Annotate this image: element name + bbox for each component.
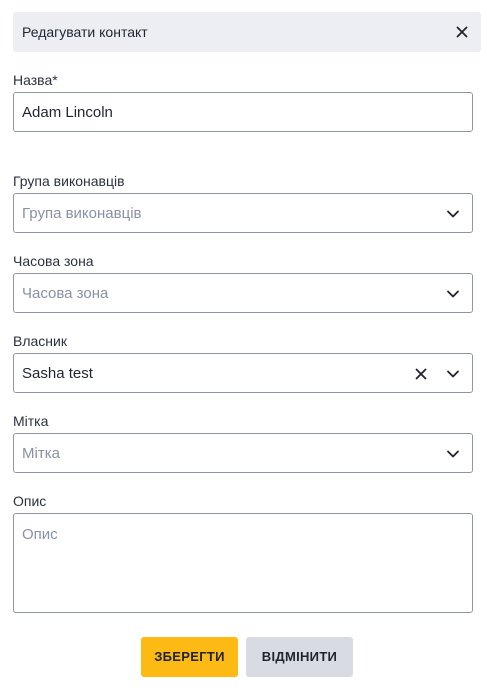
dialog-header: Редагувати контакт (13, 12, 481, 52)
tag-label: Мітка (13, 413, 49, 429)
timezone-select[interactable]: Часова зона (13, 273, 473, 313)
tag-placeholder: Мітка (22, 445, 60, 462)
owner-select[interactable]: Sasha test (13, 353, 473, 393)
name-input[interactable]: Adam Lincoln (13, 92, 473, 132)
description-placeholder: Опис (22, 526, 58, 543)
chevron-down-icon[interactable] (446, 367, 460, 381)
owner-value: Sasha test (22, 365, 93, 382)
description-label: Опис (13, 493, 47, 509)
close-icon[interactable] (455, 25, 469, 39)
cancel-button[interactable]: ВІДМІНИТИ (246, 637, 353, 677)
name-label: Назва* (13, 72, 58, 88)
description-textarea[interactable]: Опис (13, 513, 473, 613)
group-label: Група виконавців (13, 173, 125, 189)
save-button[interactable]: ЗБЕРЕГТИ (141, 637, 238, 677)
owner-label: Власник (13, 333, 67, 349)
tag-select[interactable]: Мітка (13, 433, 473, 473)
group-placeholder: Група виконавців (22, 205, 142, 222)
chevron-down-icon[interactable] (446, 447, 460, 461)
timezone-label: Часова зона (13, 253, 94, 269)
chevron-down-icon[interactable] (446, 207, 460, 221)
name-value: Adam Lincoln (22, 104, 113, 121)
clear-icon[interactable] (414, 367, 428, 381)
chevron-down-icon[interactable] (446, 287, 460, 301)
dialog-title: Редагувати контакт (22, 24, 148, 40)
group-select[interactable]: Група виконавців (13, 193, 473, 233)
timezone-placeholder: Часова зона (22, 285, 109, 302)
